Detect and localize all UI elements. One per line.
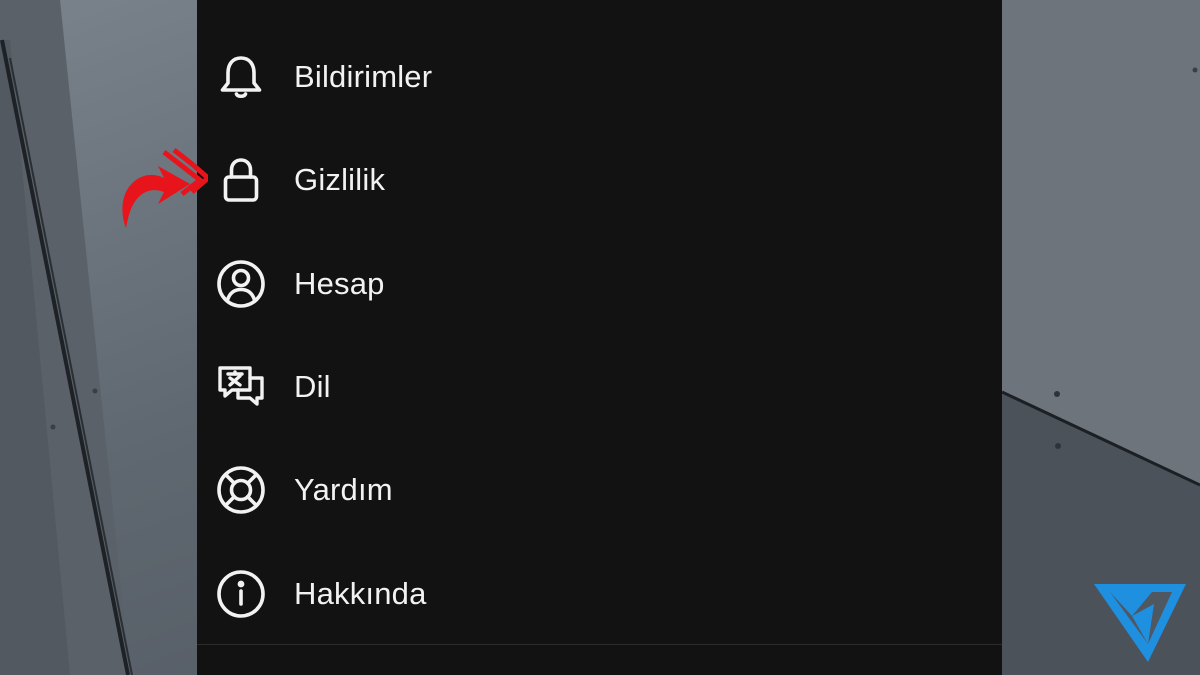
menu-item-account[interactable]: Hesap xyxy=(197,232,1002,335)
screenshot-scene: Bildirimler Gizlilik Hesap Dil Yardım Ha… xyxy=(0,0,1200,675)
menu-item-label: Gizlilik xyxy=(294,161,386,197)
settings-panel: Bildirimler Gizlilik Hesap Dil Yardım Ha… xyxy=(197,0,1002,675)
red-pointer-arrow-icon xyxy=(122,148,208,228)
menu-item-label: Hakkında xyxy=(294,575,427,611)
info-icon xyxy=(215,568,267,620)
menu-item-help[interactable]: Yardım xyxy=(197,438,1002,541)
account-circle-icon xyxy=(215,258,267,310)
menu-item-label: Dil xyxy=(294,368,331,404)
menu-item-notifications[interactable]: Bildirimler xyxy=(197,25,1002,128)
settings-menu: Bildirimler Gizlilik Hesap Dil Yardım Ha… xyxy=(197,0,1002,645)
menu-item-privacy[interactable]: Gizlilik xyxy=(197,128,1002,231)
lock-icon xyxy=(215,154,267,206)
brand-logo-icon xyxy=(1094,584,1186,662)
menu-item-label: Yardım xyxy=(294,471,393,507)
menu-divider xyxy=(197,644,1002,645)
menu-item-about[interactable]: Hakkında xyxy=(197,542,1002,645)
menu-item-language[interactable]: Dil xyxy=(197,335,1002,438)
translate-chat-icon xyxy=(215,361,267,413)
menu-item-label: Bildirimler xyxy=(294,58,433,94)
lifebuoy-icon xyxy=(215,464,267,516)
menu-item-label: Hesap xyxy=(294,265,385,301)
bell-icon xyxy=(215,51,267,103)
